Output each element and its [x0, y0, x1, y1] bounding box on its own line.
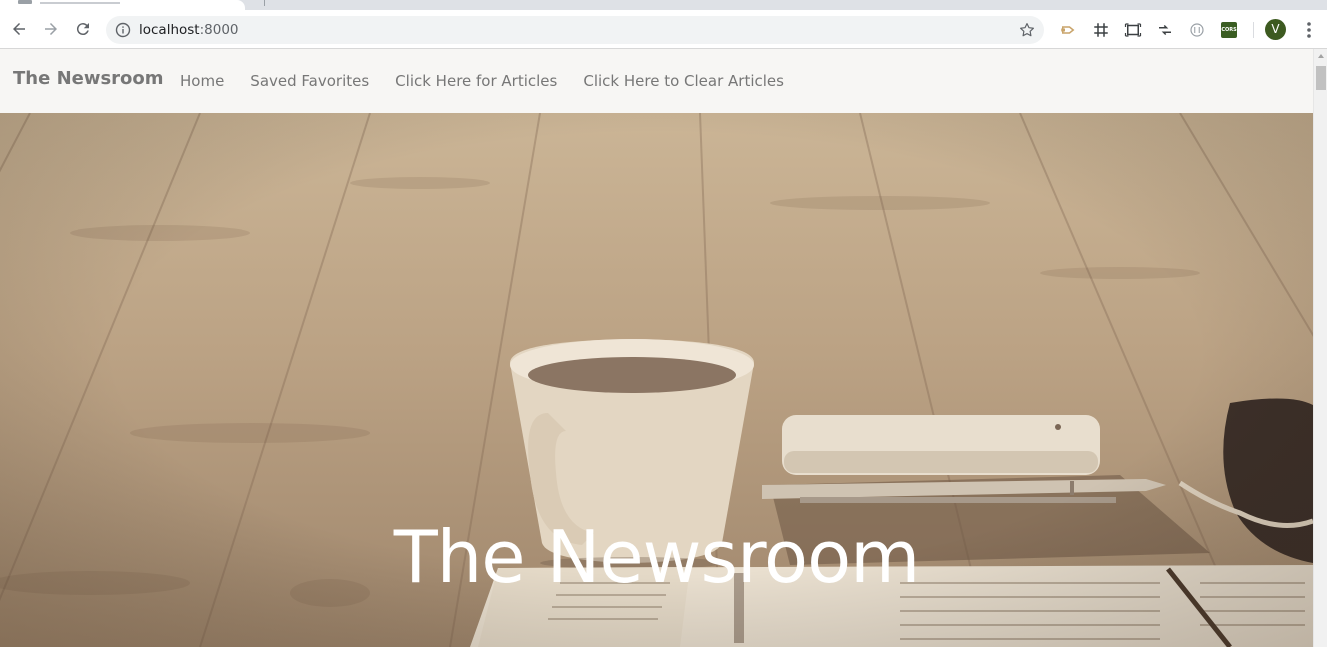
hero-title: The Newsroom — [393, 515, 921, 599]
address-bar[interactable]: localhost:8000 — [106, 16, 1044, 44]
reload-button[interactable] — [71, 17, 95, 41]
nav-link-clear-articles[interactable]: Click Here to Clear Articles — [570, 72, 797, 90]
toolbar-separator — [1253, 22, 1254, 38]
url-text[interactable]: localhost:8000 — [139, 22, 239, 38]
cors-extension-icon[interactable]: CORS — [1221, 22, 1237, 38]
tab-favicon-icon — [18, 0, 32, 4]
forward-button[interactable] — [39, 17, 63, 41]
url-host: localhost — [139, 22, 200, 38]
navbar-brand[interactable]: The Newsroom — [13, 68, 164, 89]
url-port: :8000 — [199, 22, 239, 38]
nav-links: Home Saved Favorites Click Here for Arti… — [167, 72, 797, 90]
profile-avatar[interactable]: V — [1265, 19, 1286, 40]
forward-icon — [45, 23, 57, 35]
browser-toolbar: localhost:8000 CORS V — [0, 10, 1327, 49]
nav-link-scrape-articles[interactable]: Click Here for Articles — [382, 72, 570, 90]
page-scrollbar[interactable] — [1313, 49, 1327, 647]
scroll-up-arrow-icon[interactable] — [1318, 54, 1324, 58]
back-icon — [13, 23, 25, 35]
extension-grid-icon[interactable] — [1091, 20, 1111, 40]
info-icon[interactable] — [115, 22, 131, 38]
nav-link-saved-favorites[interactable]: Saved Favorites — [237, 72, 382, 90]
page-viewport: The Newsroom Home Saved Favorites Click … — [0, 49, 1313, 647]
nav-link-home[interactable]: Home — [167, 72, 237, 90]
browser-tab-active[interactable] — [0, 0, 245, 10]
extension-tag-icon[interactable] — [1058, 20, 1078, 40]
tab-title — [40, 2, 120, 4]
scrollbar-thumb[interactable] — [1316, 66, 1326, 90]
menu-icon[interactable] — [1299, 20, 1319, 40]
reload-icon — [76, 23, 89, 36]
extension-screenshot-icon[interactable] — [1123, 20, 1143, 40]
hero-banner: The Newsroom — [0, 113, 1313, 647]
tab-separator — [264, 0, 265, 6]
site-navbar: The Newsroom Home Saved Favorites Click … — [0, 49, 1313, 113]
extension-circle-icon[interactable] — [1187, 20, 1207, 40]
back-button[interactable] — [7, 17, 31, 41]
tab-strip — [0, 0, 1327, 10]
star-icon[interactable] — [1018, 21, 1036, 39]
extension-switch-icon[interactable] — [1155, 20, 1175, 40]
